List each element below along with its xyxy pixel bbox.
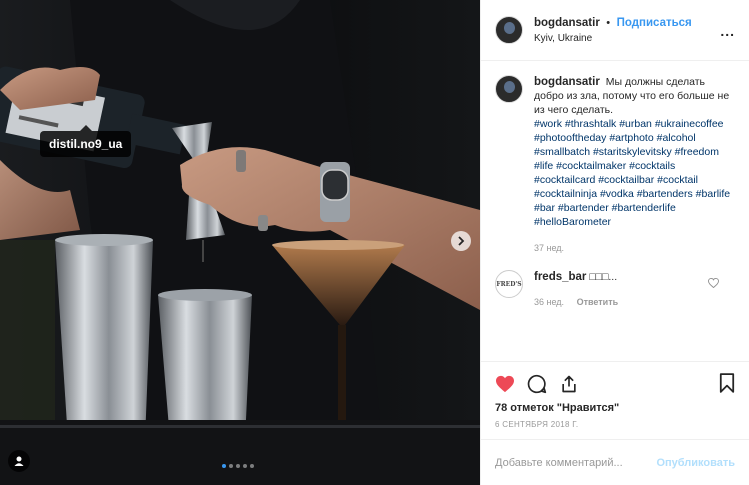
post-date[interactable]: 6 СЕНТЯБРЯ 2018 Г. bbox=[495, 420, 735, 429]
post-photo[interactable]: distil.no9_ua bbox=[0, 0, 480, 485]
separator-dot: • bbox=[606, 17, 611, 29]
caption-username[interactable]: bogdansatir bbox=[534, 76, 600, 88]
like-button[interactable] bbox=[495, 375, 515, 393]
show-tags-button[interactable] bbox=[8, 450, 30, 472]
user-tag-label[interactable]: distil.no9_ua bbox=[40, 125, 132, 157]
save-button[interactable] bbox=[719, 373, 735, 398]
carousel-dot bbox=[229, 464, 233, 468]
heart-outline-icon bbox=[708, 277, 719, 289]
caption-comment: bogdansatir Мы должны сделать добро из з… bbox=[495, 75, 735, 255]
caption-age: 37 нед. bbox=[534, 243, 565, 253]
carousel-dot bbox=[250, 464, 254, 468]
bartender-photo-image bbox=[0, 0, 480, 485]
speech-bubble-icon bbox=[527, 374, 547, 394]
comment-input[interactable] bbox=[495, 456, 655, 469]
post-side-panel: bogdansatir • Подписаться Kyiv, Ukraine … bbox=[480, 0, 749, 485]
carousel-dot bbox=[236, 464, 240, 468]
share-button[interactable] bbox=[559, 374, 579, 394]
location-link[interactable]: Kyiv, Ukraine bbox=[534, 31, 692, 46]
commenter-avatar[interactable]: FRED'S bbox=[495, 270, 523, 298]
comments-section: bogdansatir Мы должны сделать добро из з… bbox=[481, 61, 749, 361]
publish-button[interactable]: Опубликовать bbox=[656, 457, 735, 469]
commenter-avatar-logo: FRED'S bbox=[496, 280, 522, 288]
instagram-post-view: distil.no9_ua bogdansatir • Подписаться … bbox=[0, 0, 749, 485]
carousel-dot bbox=[222, 464, 226, 468]
heart-filled-icon bbox=[496, 375, 514, 393]
add-comment-bar: Опубликовать bbox=[481, 439, 749, 485]
user-icon bbox=[14, 456, 24, 466]
share-icon bbox=[562, 375, 576, 393]
follow-button[interactable]: Подписаться bbox=[617, 17, 692, 29]
carousel-dot bbox=[243, 464, 247, 468]
commenter-username[interactable]: freds_bar bbox=[534, 271, 586, 283]
comment-button[interactable] bbox=[527, 374, 547, 394]
author-username[interactable]: bogdansatir bbox=[534, 17, 600, 29]
comment-like-button[interactable] bbox=[708, 275, 719, 293]
bookmark-icon bbox=[719, 373, 735, 393]
author-avatar[interactable] bbox=[495, 75, 523, 103]
reply-button[interactable]: Ответить bbox=[577, 297, 619, 307]
likes-count[interactable]: 78 отметок "Нравится" bbox=[495, 402, 735, 414]
comment-item: FRED'S freds_bar □□□... 36 нед. Ответить bbox=[495, 270, 735, 309]
post-header: bogdansatir • Подписаться Kyiv, Ukraine … bbox=[481, 0, 749, 61]
carousel-indicator bbox=[222, 464, 254, 468]
chevron-right-icon bbox=[458, 236, 465, 246]
post-actions: 78 отметок "Нравится" 6 СЕНТЯБРЯ 2018 Г. bbox=[481, 361, 749, 429]
comment-age: 36 нед. bbox=[534, 297, 565, 307]
comment-text: □□□... bbox=[589, 271, 618, 283]
caption-hashtags[interactable]: #work #thrashtalk #urban #ukrainecoffee … bbox=[534, 117, 735, 229]
carousel-next-button[interactable] bbox=[451, 231, 471, 251]
more-options-button[interactable]: ... bbox=[720, 23, 735, 39]
author-avatar[interactable] bbox=[495, 16, 523, 44]
